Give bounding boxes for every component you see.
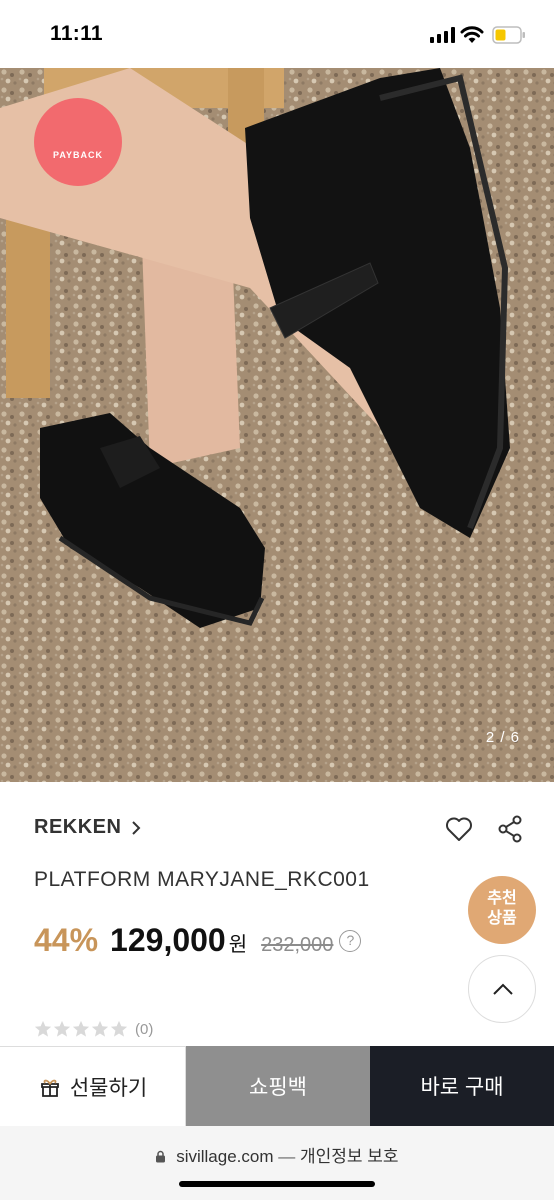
- price-row: 44% 129,000 원 232,000 ?: [34, 922, 362, 959]
- product-name: PLATFORM MARYJANE_RKC001: [34, 868, 370, 891]
- price-help-icon[interactable]: ?: [339, 929, 362, 952]
- star-icon: [34, 1020, 52, 1037]
- payback-badge-label: PAYBACK: [52, 150, 103, 160]
- gift-button[interactable]: 선물하기: [0, 1046, 186, 1126]
- product-image-carousel[interactable]: PAYBACK 2 / 6: [0, 68, 554, 782]
- cellular-signal-icon: [430, 27, 455, 43]
- privacy-label: 개인정보 보호: [299, 1147, 399, 1166]
- recommend-label-line1: 추천: [487, 890, 517, 907]
- recommended-products-button[interactable]: 추천 상품: [468, 876, 536, 944]
- review-count: (0): [135, 1020, 154, 1038]
- purchase-action-bar: 선물하기 쇼핑백 바로 구매: [0, 1046, 554, 1126]
- battery-icon: [492, 26, 525, 44]
- star-icon: [53, 1020, 71, 1037]
- shopping-bag-label: 쇼핑백: [249, 1076, 307, 1099]
- buy-now-button[interactable]: 바로 구매: [370, 1046, 554, 1126]
- star-icon: [91, 1020, 109, 1037]
- heart-icon[interactable]: [445, 816, 473, 842]
- image-counter: 2 / 6: [485, 729, 520, 746]
- chevron-right-icon: [132, 820, 141, 835]
- product-page: 11:11 PAYBACK 2 / 6 REKKEN PLATFORM MARY…: [0, 0, 554, 1200]
- original-price: 232,000: [261, 934, 334, 956]
- share-icon[interactable]: [497, 815, 523, 843]
- buy-now-label: 바로 구매: [420, 1076, 504, 1099]
- gift-icon: [40, 1079, 59, 1097]
- scroll-to-top-button[interactable]: [468, 955, 536, 1023]
- recommend-label-line2: 상품: [487, 910, 517, 927]
- gift-button-label: 선물하기: [69, 1076, 148, 1100]
- browser-address-bar[interactable]: sivillage.com — 개인정보 보호: [0, 1126, 554, 1200]
- chevron-up-icon: [493, 983, 513, 995]
- star-icon: [110, 1020, 128, 1037]
- rating-row[interactable]: (0): [34, 1020, 153, 1038]
- status-time: 11:11: [50, 22, 103, 45]
- payback-badge: PAYBACK: [34, 98, 122, 186]
- sale-price: 129,000: [110, 922, 226, 958]
- discount-rate: 44%: [34, 922, 99, 958]
- url-separator: —: [278, 1147, 296, 1166]
- currency-unit: 원: [228, 934, 248, 956]
- home-indicator[interactable]: [179, 1181, 375, 1187]
- status-bar: 11:11: [0, 0, 554, 68]
- url-row: sivillage.com — 개인정보 보호: [0, 1142, 554, 1167]
- url-domain: sivillage.com: [176, 1147, 274, 1166]
- wifi-icon: [460, 26, 484, 43]
- brand-name: REKKEN: [34, 816, 122, 838]
- lock-icon: [156, 1150, 166, 1163]
- brand-link[interactable]: REKKEN: [34, 816, 141, 839]
- shopping-bag-button[interactable]: 쇼핑백: [186, 1046, 370, 1126]
- star-icon: [72, 1020, 90, 1037]
